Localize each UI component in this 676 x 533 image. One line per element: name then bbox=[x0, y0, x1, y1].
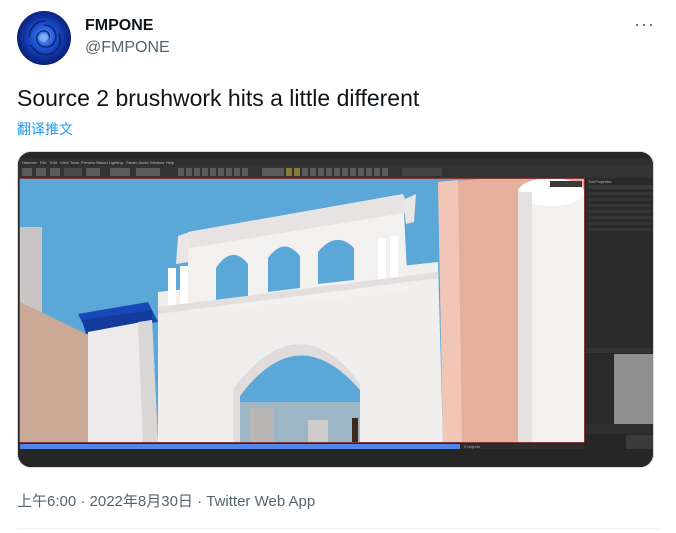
author-name[interactable]: FMPONE bbox=[85, 17, 153, 35]
menu-item: Steam Audio bbox=[126, 160, 149, 165]
divider bbox=[17, 528, 659, 529]
tool-properties-title: Tool Properties bbox=[588, 180, 612, 184]
menu-item: File bbox=[40, 160, 47, 165]
menu-item: Help bbox=[166, 160, 175, 165]
translate-link[interactable]: 翻译推文 bbox=[17, 119, 73, 139]
tweet-text: Source 2 brushwork hits a little differe… bbox=[17, 85, 420, 111]
status-object-count: 0 objects bbox=[464, 444, 480, 449]
tweet-media-image[interactable]: Hammer File Edit View Tools Preview Bake… bbox=[17, 151, 654, 468]
hammer-editor-screenshot: Hammer File Edit View Tools Preview Bake… bbox=[18, 152, 653, 467]
author-handle[interactable]: @FMPONE bbox=[85, 39, 170, 57]
menu-item: Edit bbox=[50, 160, 58, 165]
blue-rose-icon bbox=[28, 20, 61, 56]
menu-item: Window bbox=[150, 160, 164, 165]
more-options-icon[interactable]: ··· bbox=[634, 14, 655, 35]
menu-item: Hammer bbox=[22, 160, 38, 165]
menu-item: Preview Baked Lighting bbox=[81, 160, 123, 165]
menu-item: View bbox=[60, 160, 69, 165]
avatar[interactable] bbox=[17, 11, 71, 65]
tweet-timestamp-source[interactable]: 上午6:00 · 2022年8月30日 · Twitter Web App bbox=[17, 490, 315, 511]
menu-item: Tools bbox=[70, 160, 79, 165]
